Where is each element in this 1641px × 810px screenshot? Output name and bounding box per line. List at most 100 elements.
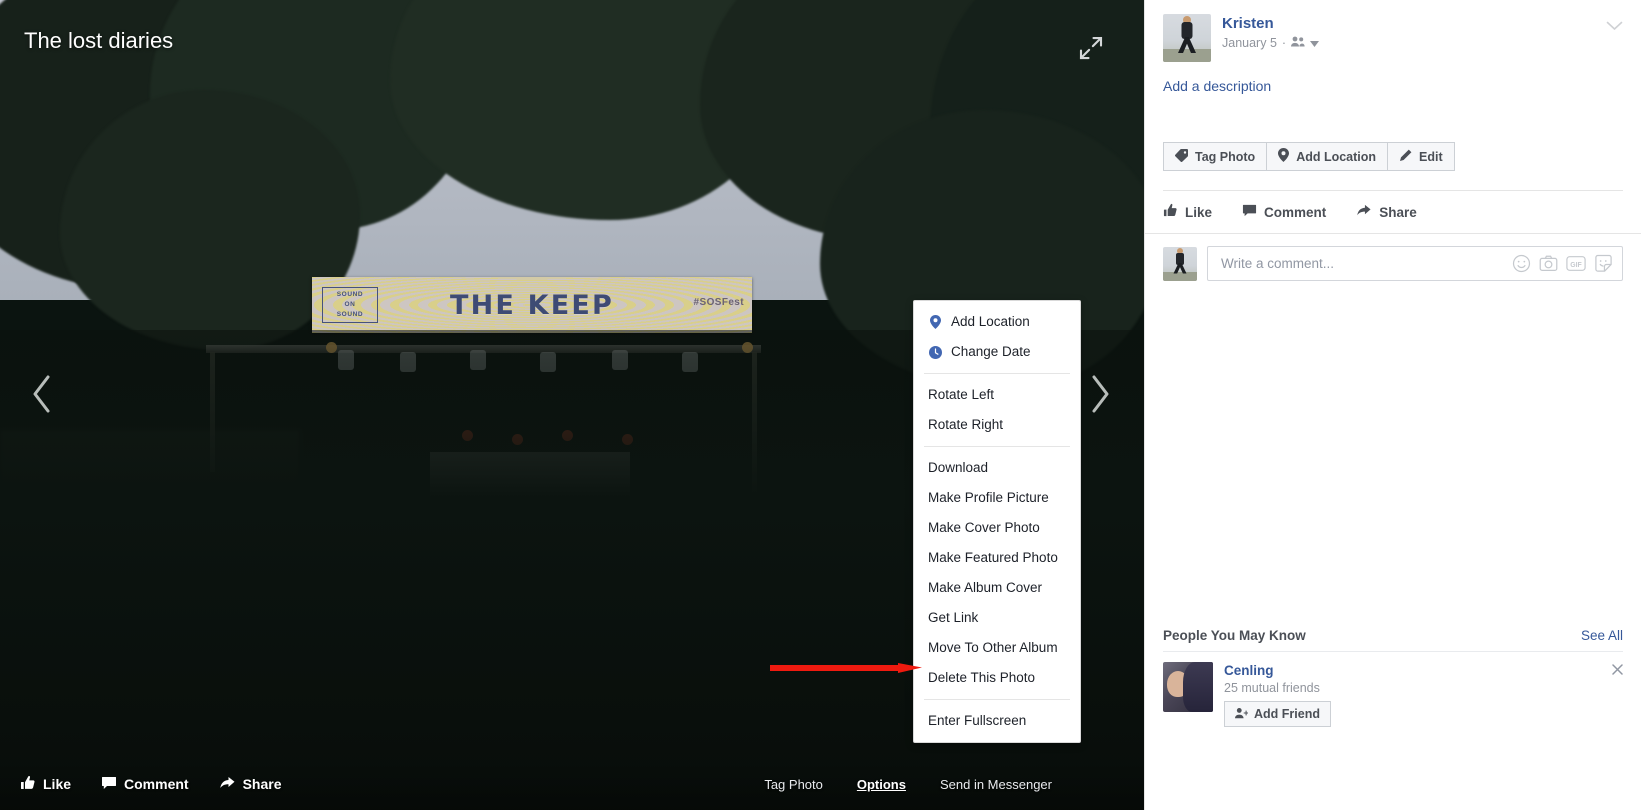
comment-button[interactable]: Comment xyxy=(1242,203,1326,221)
menu-item-rotate-right[interactable]: Rotate Right xyxy=(914,410,1080,440)
comment-composer: GIF xyxy=(1145,233,1641,281)
avatar[interactable] xyxy=(1163,662,1213,712)
chevron-left-icon[interactable] xyxy=(20,365,64,423)
menu-item-rotate-left[interactable]: Rotate Left xyxy=(914,380,1080,410)
menu-item-label: Change Date xyxy=(951,344,1031,359)
photo-like-label: Like xyxy=(43,776,72,792)
share-arrow-icon xyxy=(219,775,236,794)
social-actions: Like Comment Share xyxy=(1145,191,1641,221)
menu-item-add-location[interactable]: Add Location xyxy=(914,307,1080,337)
photo-comment-button[interactable]: Comment xyxy=(101,775,189,794)
sticker-icon[interactable] xyxy=(1594,254,1613,273)
photo-share-label: Share xyxy=(242,776,282,792)
avatar-body xyxy=(1181,22,1193,39)
options-context-menu: Add Location Change Date Rotate Left Rot… xyxy=(913,300,1081,743)
like-label: Like xyxy=(1185,204,1213,220)
post-menu-chevron-down-icon[interactable] xyxy=(1606,18,1623,36)
menu-item-label: Make Cover Photo xyxy=(928,520,1040,535)
chevron-right-icon[interactable] xyxy=(1078,365,1122,423)
comment-input[interactable] xyxy=(1219,255,1512,272)
menu-item-label: Download xyxy=(928,460,989,475)
share-label: Share xyxy=(1379,204,1417,220)
menu-item-label: Delete This Photo xyxy=(928,670,1036,685)
menu-item-enter-fullscreen[interactable]: Enter Fullscreen xyxy=(914,706,1080,736)
menu-item-change-date[interactable]: Change Date xyxy=(914,337,1080,367)
expand-diagonal-icon[interactable] xyxy=(1076,33,1106,63)
photo-stage: SOUND ON SOUND THE KEEP #SOSFest The los… xyxy=(0,0,1144,810)
gif-icon[interactable]: GIF xyxy=(1566,255,1586,272)
photo-send-in-messenger-link[interactable]: Send in Messenger xyxy=(940,777,1052,792)
list-item: Cenling 25 mutual friends Add Friend xyxy=(1163,652,1623,727)
add-friend-icon xyxy=(1235,707,1249,722)
photo-comment-label: Comment xyxy=(124,776,189,792)
photo-info-sidebar: Kristen January 5 · Add a description Ta… xyxy=(1144,0,1641,810)
menu-item-label: Rotate Right xyxy=(928,417,1004,432)
menu-item-label: Add Location xyxy=(951,314,1030,329)
stage-banner: SOUND ON SOUND THE KEEP #SOSFest xyxy=(312,277,752,333)
add-friend-button[interactable]: Add Friend xyxy=(1224,701,1331,727)
thumbs-up-icon xyxy=(1163,203,1178,221)
avatar-hair xyxy=(1183,662,1213,712)
post-meta-separator: · xyxy=(1281,36,1287,50)
post-author-name[interactable]: Kristen xyxy=(1222,14,1319,33)
tag-photo-button[interactable]: Tag Photo xyxy=(1163,142,1268,171)
photo-share-button[interactable]: Share xyxy=(219,775,282,794)
tag-photo-label: Tag Photo xyxy=(1195,149,1256,164)
post-meta: January 5 · xyxy=(1222,36,1320,50)
comment-input-icons: GIF xyxy=(1512,254,1613,273)
pymk-see-all-link[interactable]: See All xyxy=(1581,628,1623,643)
banner-hashtag: #SOSFest xyxy=(693,297,744,308)
like-button[interactable]: Like xyxy=(1163,203,1212,221)
photo-action-bar-right: Tag Photo Options Send in Messenger xyxy=(764,777,1124,792)
close-icon[interactable] xyxy=(1612,662,1623,678)
edit-button[interactable]: Edit xyxy=(1388,142,1455,171)
menu-item-label: Get Link xyxy=(928,610,979,625)
add-description-link[interactable]: Add a description xyxy=(1145,62,1641,94)
camera-icon[interactable] xyxy=(1539,254,1558,273)
avatar-bg xyxy=(1163,271,1197,281)
friends-icon[interactable] xyxy=(1291,36,1305,50)
menu-item-label: Enter Fullscreen xyxy=(928,713,1027,728)
emoji-icon[interactable] xyxy=(1512,254,1531,273)
comment-input-box[interactable]: GIF xyxy=(1207,246,1623,281)
speech-bubble-icon xyxy=(101,775,117,794)
menu-item-move-to-other-album[interactable]: Move To Other Album xyxy=(914,633,1080,663)
post-header: Kristen January 5 · xyxy=(1145,0,1641,62)
photo-action-bar-left: Like Comment Share xyxy=(20,775,282,794)
post-date[interactable]: January 5 xyxy=(1222,36,1277,50)
caret-down-icon[interactable] xyxy=(1310,36,1320,50)
comment-label: Comment xyxy=(1264,204,1327,220)
people-you-may-know-section: People You May Know See All Cenling 25 m… xyxy=(1145,628,1641,727)
banner-main-text: THE KEEP xyxy=(449,289,615,321)
menu-item-get-link[interactable]: Get Link xyxy=(914,603,1080,633)
facebook-photo-viewer: SOUND ON SOUND THE KEEP #SOSFest The los… xyxy=(0,0,1641,810)
menu-item-label: Move To Other Album xyxy=(928,640,1058,655)
menu-item-download[interactable]: Download xyxy=(914,453,1080,483)
photo-options-link[interactable]: Options xyxy=(857,777,906,792)
pymk-mutual-friends: 25 mutual friends xyxy=(1224,681,1320,695)
menu-item-label: Make Profile Picture xyxy=(928,490,1049,505)
speech-bubble-icon xyxy=(1242,203,1257,221)
avatar[interactable] xyxy=(1163,14,1211,62)
pymk-person-name[interactable]: Cenling xyxy=(1224,662,1331,679)
location-pin-icon xyxy=(928,315,942,329)
clock-icon xyxy=(928,345,942,359)
pencil-icon xyxy=(1399,149,1412,165)
menu-item-make-featured-photo[interactable]: Make Featured Photo xyxy=(914,543,1080,573)
post-header-text: Kristen January 5 · xyxy=(1222,14,1320,50)
avatar xyxy=(1163,246,1197,281)
add-location-button[interactable]: Add Location xyxy=(1267,142,1389,171)
page-title: The lost diaries xyxy=(24,28,174,53)
photo-like-button[interactable]: Like xyxy=(20,775,71,794)
photo-tag-photo-link[interactable]: Tag Photo xyxy=(764,777,823,792)
menu-item-make-album-cover[interactable]: Make Album Cover xyxy=(914,573,1080,603)
share-button[interactable]: Share xyxy=(1356,203,1417,221)
menu-item-delete-this-photo[interactable]: Delete This Photo xyxy=(914,663,1080,693)
menu-item-label: Make Album Cover xyxy=(928,580,1043,595)
share-arrow-icon xyxy=(1356,203,1372,221)
menu-item-make-cover-photo[interactable]: Make Cover Photo xyxy=(914,513,1080,543)
menu-item-make-profile-picture[interactable]: Make Profile Picture xyxy=(914,483,1080,513)
thumbs-up-icon xyxy=(20,775,36,794)
tag-icon xyxy=(1175,148,1188,165)
menu-separator xyxy=(924,373,1070,374)
